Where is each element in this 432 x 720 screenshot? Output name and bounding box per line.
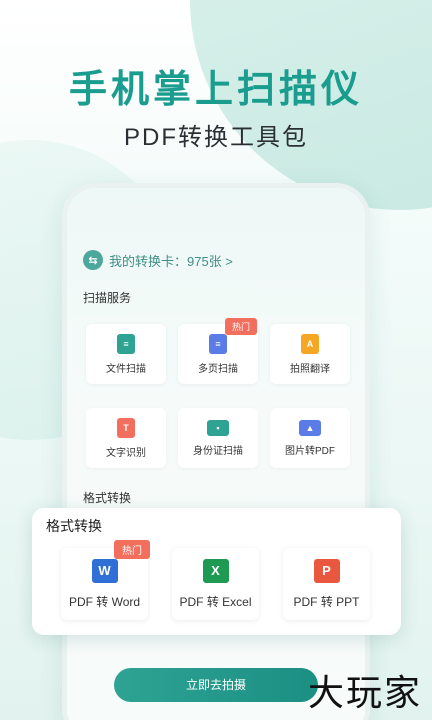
tile-photo-translate[interactable]: A 拍照翻译 <box>270 324 350 384</box>
scan-section-label: 扫描服务 <box>83 291 132 305</box>
pages-icon: ≡ <box>209 333 227 354</box>
conversion-card-text: 我的转换卡：975张 > <box>109 253 233 269</box>
document-icon: ≡ <box>117 333 135 354</box>
tile-pdf-to-ppt[interactable]: P PDF 转 PPT <box>283 548 370 620</box>
tile-label: 多页扫描 <box>198 363 238 375</box>
swap-icon: ⇆ <box>83 250 103 270</box>
tile-id-card-scan[interactable]: ▪ 身份证扫描 <box>178 408 258 468</box>
format-section-label: 格式转换 <box>83 491 132 505</box>
tile-file-scan[interactable]: ≡ 文件扫描 <box>86 324 166 384</box>
tile-label: 文字识别 <box>106 447 146 459</box>
phone-screen: ⇆ 我的转换卡：975张 > 扫描服务 ≡ 文件扫描 ≡ 多页扫描 热门 A 拍… <box>67 188 365 720</box>
hot-badge: 热门 <box>225 318 258 335</box>
tile-label: 文件扫描 <box>106 363 146 375</box>
tile-label: PDF 转 Word <box>68 594 141 609</box>
tile-label: PDF 转 Excel <box>179 594 252 609</box>
tile-pdf-to-excel[interactable]: X PDF 转 Excel <box>172 548 259 620</box>
image-icon: ▲ <box>299 419 321 436</box>
excel-icon: X <box>202 558 229 583</box>
translate-icon: A <box>301 333 319 354</box>
tile-label: 拍照翻译 <box>290 363 330 375</box>
take-photo-button[interactable]: 立即去拍摄 <box>114 668 318 702</box>
id-card-icon: ▪ <box>207 419 229 436</box>
format-card-title: 格式转换 <box>46 518 102 534</box>
conversion-card-link[interactable]: ⇆ 我的转换卡：975张 > <box>83 250 233 270</box>
hero-title: 手机掌上扫描仪 <box>68 69 363 111</box>
hero-subtitle: PDF转换工具包 <box>124 124 308 151</box>
word-icon: W <box>91 558 118 583</box>
hot-badge: 热门 <box>114 540 150 559</box>
format-conversion-card: 格式转换 W PDF 转 Word 热门 X PDF 转 Excel P PDF… <box>32 508 401 635</box>
phone-mockup: ⇆ 我的转换卡：975张 > 扫描服务 ≡ 文件扫描 ≡ 多页扫描 热门 A 拍… <box>62 183 370 720</box>
tile-text-recognition[interactable]: T 文字识别 <box>86 408 166 468</box>
ppt-icon: P <box>313 558 340 583</box>
tile-label: PDF 转 PPT <box>293 594 360 609</box>
tile-image-to-pdf[interactable]: ▲ 图片转PDF <box>270 408 350 468</box>
tile-label: 图片转PDF <box>285 445 335 457</box>
text-icon: T <box>117 417 135 438</box>
watermark-logo: 大玩家 <box>307 673 422 714</box>
tile-label: 身份证扫描 <box>193 445 243 457</box>
